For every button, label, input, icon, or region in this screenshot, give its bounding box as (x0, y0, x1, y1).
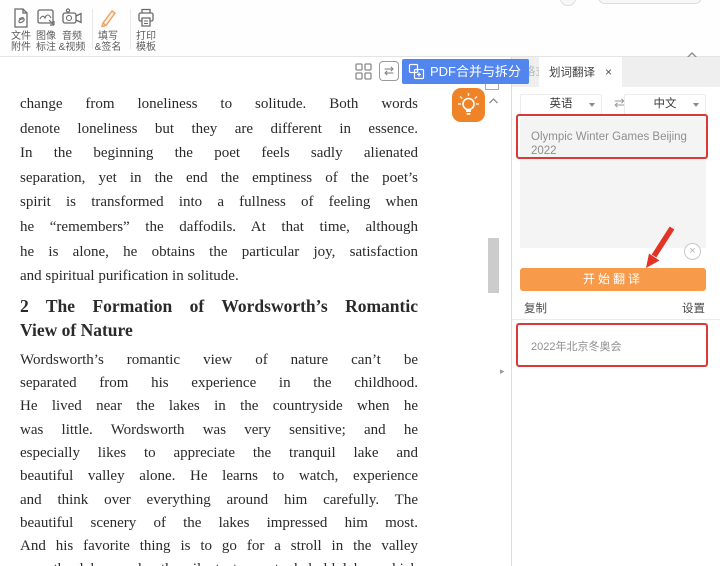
thumbnail-grid-icon[interactable] (355, 63, 372, 80)
document-text-line: was little. Wordsworth was very sensitiv… (20, 419, 418, 442)
ribbon-toolbar: 文件附件 图像标注 音频&视频 (0, 0, 720, 57)
document-text-line: denote loneliness but they are different… (20, 117, 418, 142)
lightbulb-icon (452, 88, 485, 122)
panel-collapse-arrow-icon[interactable]: ▸ (500, 366, 505, 377)
cutoff-control-fragment (560, 0, 576, 6)
document-text-line: separated from his experience in the chi… (20, 372, 418, 395)
tab-label: 划词翻译 (549, 67, 595, 79)
document-text-line: separation, yet in the end the emptiness… (20, 166, 418, 191)
fill-sign-icon (96, 7, 120, 29)
pdf-merge-split-button[interactable]: PDF合并与拆分 (402, 59, 529, 84)
cutoff-control-fragment (598, 0, 702, 4)
document-text-line: beautiful valley alone. He learns to wat… (20, 465, 418, 488)
document-text-line: change from loneliness to solitude. Both… (20, 92, 418, 117)
target-language-select[interactable]: 中文 (624, 94, 706, 115)
source-language-select[interactable]: 英语 (520, 94, 602, 115)
copy-button[interactable]: 复制 (524, 300, 547, 316)
tab-word-translate[interactable]: 划词翻译 × (539, 57, 622, 87)
language-selector-row: 英语 ⇄ 中文 (520, 94, 706, 115)
section-heading: 2 The Formation of Wordsworth’s Romantic… (20, 294, 418, 342)
toolbar-item-print-template[interactable]: 打印模板 (127, 7, 165, 53)
document-text-line: he is alone, he obtains the particular j… (20, 240, 418, 265)
translation-panel: 格式 划词翻译× 英语 ⇄ 中文 Olympic Winter Games Be… (511, 57, 720, 566)
ribbon-collapse-chevron-icon[interactable] (685, 47, 699, 56)
toolbar-item-label: 音频&视频 (53, 31, 91, 53)
result-divider (512, 319, 720, 320)
paragraph-2: Wordsworth’s romantic view of nature can… (20, 349, 418, 566)
settings-button[interactable]: 设置 (682, 300, 705, 316)
swap-view-icon[interactable]: ⇄ (379, 61, 399, 81)
toolbar-item-label: 打印模板 (127, 31, 165, 53)
panel-tabstrip: 格式 划词翻译× (512, 57, 720, 87)
toolbar-item-fill-sign[interactable]: 填写&签名 (89, 7, 127, 53)
document-text-line: Wordsworth’s romantic view of nature can… (20, 349, 418, 372)
document-text-line-clipped: near the lakes or by the silent stream t… (20, 558, 418, 566)
merge-split-icon (408, 63, 425, 80)
document-text-line: especially likes to appreciate the tranq… (20, 442, 418, 465)
clear-input-button[interactable]: × (684, 243, 701, 260)
audio-video-icon (60, 7, 84, 29)
document-text-line: He lived near the lakes in the countrysi… (20, 395, 418, 418)
tab-close-icon[interactable]: × (605, 65, 612, 79)
chevron-down-icon (693, 103, 699, 107)
start-translate-button[interactable]: 开始翻译 (520, 268, 706, 291)
tip-lightbulb-button[interactable] (452, 88, 485, 122)
toolbar-item-label: 填写&签名 (89, 31, 127, 53)
document-text-line: spirit is transformed into a fullness of… (20, 190, 418, 215)
document-scrollbar-thumb[interactable] (488, 238, 499, 293)
target-language-value: 中文 (654, 98, 677, 110)
toolbar-item-audio-video[interactable]: 音频&视频 (53, 7, 91, 53)
document-text-line: And his favorite thing is to go for a st… (20, 535, 418, 558)
source-text-input[interactable]: Olympic Winter Games Beijing 2022 (520, 117, 706, 248)
document-text-line: beautiful scenery of the lakes impressed… (20, 512, 418, 535)
chevron-down-icon (589, 103, 595, 107)
pdf-page-content: change from loneliness to solitude. Both… (20, 92, 418, 566)
scroll-up-arrow-icon[interactable] (488, 92, 499, 100)
paragraph-1: change from loneliness to solitude. Both… (20, 92, 418, 289)
document-text-line: he “remembers” the daffodils. At that ti… (20, 215, 418, 240)
source-language-value: 英语 (550, 98, 573, 110)
document-text-line: In the beginning the poet feels sadly al… (20, 141, 418, 166)
document-text-line: and spiritual purification in solitude. (20, 264, 418, 289)
document-text-line: and think over everything around him car… (20, 489, 418, 512)
print-template-icon (134, 7, 158, 29)
merge-split-label: PDF合并与拆分 (430, 64, 521, 79)
translation-result-text: 2022年北京冬奥会 (520, 326, 706, 364)
